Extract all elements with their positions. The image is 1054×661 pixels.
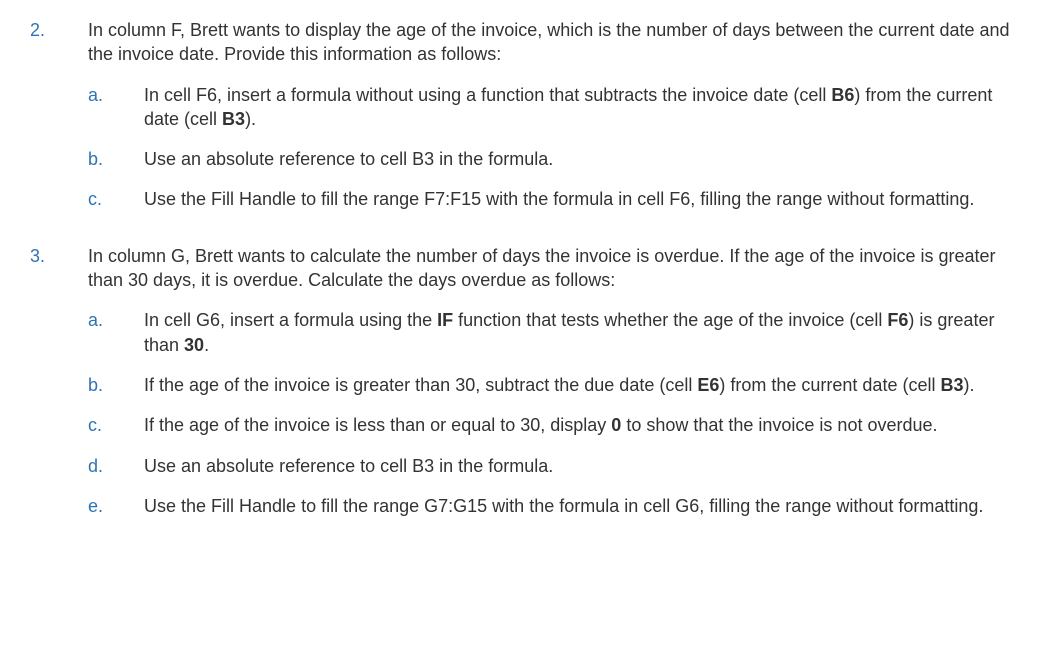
text-fragment: Use the Fill Handle to fill the range F7…	[144, 189, 974, 209]
item-content: In column F, Brett wants to display the …	[88, 18, 1024, 228]
text-fragment: E6	[697, 375, 719, 395]
list-item: 2.In column F, Brett wants to display th…	[30, 18, 1024, 228]
sub-marker: a.	[88, 308, 144, 357]
text-fragment: Use an absolute reference to cell B3 in …	[144, 456, 553, 476]
item-content: In column G, Brett wants to calculate th…	[88, 244, 1024, 534]
item-intro: In column F, Brett wants to display the …	[88, 18, 1024, 67]
sub-text: If the age of the invoice is greater tha…	[144, 373, 1024, 397]
text-fragment: IF	[437, 310, 453, 330]
sub-marker: c.	[88, 413, 144, 437]
text-fragment: ) from the current date (cell	[719, 375, 940, 395]
sublist: a.In cell G6, insert a formula using the…	[88, 308, 1024, 518]
text-fragment: In column G, Brett wants to calculate th…	[88, 246, 996, 290]
sub-marker: e.	[88, 494, 144, 518]
sub-item: c.If the age of the invoice is less than…	[88, 413, 1024, 437]
sub-text: Use the Fill Handle to fill the range F7…	[144, 187, 1024, 211]
text-fragment: In cell F6, insert a formula without usi…	[144, 85, 831, 105]
text-fragment: 30	[184, 335, 204, 355]
text-fragment: Use an absolute reference to cell B3 in …	[144, 149, 553, 169]
item-number: 3.	[30, 244, 88, 534]
sub-text: Use an absolute reference to cell B3 in …	[144, 147, 1024, 171]
sub-text: Use an absolute reference to cell B3 in …	[144, 454, 1024, 478]
document-root: 2.In column F, Brett wants to display th…	[30, 18, 1024, 534]
text-fragment: function that tests whether the age of t…	[453, 310, 887, 330]
text-fragment: B3	[222, 109, 245, 129]
item-intro: In column G, Brett wants to calculate th…	[88, 244, 1024, 293]
text-fragment: ).	[963, 375, 974, 395]
item-number: 2.	[30, 18, 88, 228]
sublist: a.In cell F6, insert a formula without u…	[88, 83, 1024, 212]
text-fragment: F6	[887, 310, 908, 330]
sub-text: Use the Fill Handle to fill the range G7…	[144, 494, 1024, 518]
sub-marker: c.	[88, 187, 144, 211]
text-fragment: .	[204, 335, 209, 355]
sub-item: b.If the age of the invoice is greater t…	[88, 373, 1024, 397]
sub-text: In cell F6, insert a formula without usi…	[144, 83, 1024, 132]
sub-marker: a.	[88, 83, 144, 132]
sub-marker: b.	[88, 373, 144, 397]
text-fragment: In column F, Brett wants to display the …	[88, 20, 1010, 64]
text-fragment: In cell G6, insert a formula using the	[144, 310, 437, 330]
sub-marker: d.	[88, 454, 144, 478]
sub-item: d.Use an absolute reference to cell B3 i…	[88, 454, 1024, 478]
sub-text: In cell G6, insert a formula using the I…	[144, 308, 1024, 357]
text-fragment: If the age of the invoice is less than o…	[144, 415, 611, 435]
text-fragment: to show that the invoice is not overdue.	[621, 415, 937, 435]
list-item: 3.In column G, Brett wants to calculate …	[30, 244, 1024, 534]
text-fragment: B3	[940, 375, 963, 395]
text-fragment: 0	[611, 415, 621, 435]
text-fragment: B6	[831, 85, 854, 105]
text-fragment: Use the Fill Handle to fill the range G7…	[144, 496, 983, 516]
sub-item: a.In cell G6, insert a formula using the…	[88, 308, 1024, 357]
sub-item: a.In cell F6, insert a formula without u…	[88, 83, 1024, 132]
sub-item: b.Use an absolute reference to cell B3 i…	[88, 147, 1024, 171]
sub-text: If the age of the invoice is less than o…	[144, 413, 1024, 437]
sub-item: c.Use the Fill Handle to fill the range …	[88, 187, 1024, 211]
text-fragment: ).	[245, 109, 256, 129]
sub-item: e.Use the Fill Handle to fill the range …	[88, 494, 1024, 518]
text-fragment: If the age of the invoice is greater tha…	[144, 375, 697, 395]
sub-marker: b.	[88, 147, 144, 171]
